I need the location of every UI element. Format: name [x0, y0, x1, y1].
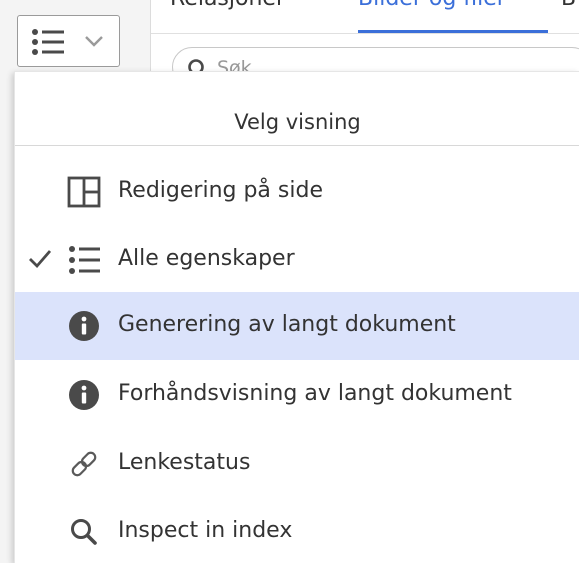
menu-item-label: Redigering på side: [118, 178, 323, 203]
info-circle-icon: [69, 380, 99, 410]
tab-relations[interactable]: Relasjoner: [170, 0, 355, 18]
link-icon: [71, 451, 97, 477]
menu-item-long-document-generation[interactable]: Generering av langt dokument: [15, 292, 579, 360]
dropdown-header: Velg visning: [15, 72, 579, 146]
app-window: Relasjoner Bilder og filer B Søk Velg vi…: [0, 0, 579, 563]
checkmark-icon: [29, 250, 52, 269]
menu-item-link-status[interactable]: Lenkestatus: [15, 430, 579, 498]
menu-item-long-document-preview[interactable]: Forhåndsvisning av langt dokument: [15, 361, 579, 429]
tab-relations-label: Relasjoner: [170, 0, 285, 11]
tab-more-label: B: [561, 0, 576, 11]
menu-item-label: Generering av langt dokument: [118, 312, 456, 337]
menu-item-all-properties[interactable]: Alle egenskaper: [15, 226, 579, 294]
menu-item-label: Forhåndsvisning av langt dokument: [118, 381, 512, 406]
menu-item-label: Alle egenskaper: [118, 246, 295, 271]
layout-columns-icon: [67, 176, 101, 208]
tab-more[interactable]: B: [561, 0, 579, 18]
menu-item-label: Inspect in index: [118, 518, 293, 543]
tab-images-files-label: Bilder og filer: [358, 0, 506, 11]
menu-item-page-editing[interactable]: Redigering på side: [15, 158, 579, 226]
dropdown-title: Velg visning: [234, 110, 361, 134]
search-icon: [71, 519, 97, 545]
list-view-icon: [32, 29, 64, 55]
chevron-down-icon: [85, 36, 103, 47]
view-selector-button[interactable]: [17, 15, 120, 67]
menu-item-inspect-index[interactable]: Inspect in index: [15, 498, 579, 563]
tab-images-files[interactable]: Bilder og filer: [358, 0, 548, 18]
info-circle-icon: [69, 311, 99, 341]
view-dropdown-menu: Velg visning Redigering på side Alle ege…: [14, 71, 579, 563]
menu-item-label: Lenkestatus: [118, 450, 251, 475]
tabs-divider: [151, 33, 579, 34]
list-view-icon: [69, 246, 100, 274]
